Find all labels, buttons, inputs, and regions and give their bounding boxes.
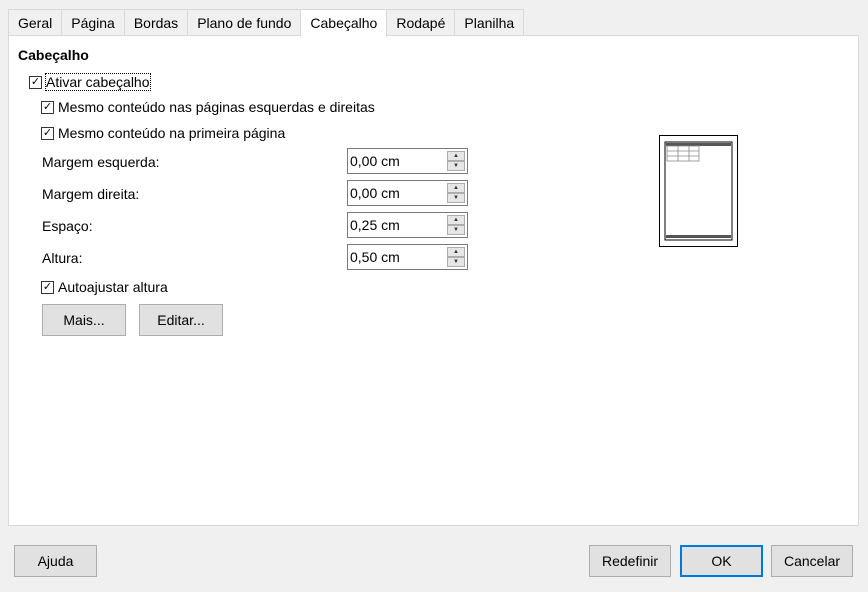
help-button[interactable]: Ajuda — [14, 545, 97, 577]
spin-down-icon[interactable]: ▼ — [447, 257, 465, 267]
tab-panel: Cabeçalho ✓ Ativar cabeçalho ✓ Mesmo con… — [8, 35, 859, 526]
spin-up-icon[interactable]: ▲ — [447, 247, 465, 257]
spin-value[interactable]: 0,00 cm — [350, 185, 400, 201]
checkbox-label: Autoajustar altura — [58, 279, 168, 295]
right-margin-spinbox[interactable]: 0,00 cm ▲ ▼ — [347, 180, 468, 206]
spin-up-icon[interactable]: ▲ — [447, 151, 465, 161]
checkbox-box[interactable]: ✓ — [29, 75, 42, 89]
page-preview-icon — [664, 141, 733, 241]
spin-down-icon[interactable]: ▼ — [447, 161, 465, 171]
header-preview — [659, 135, 738, 247]
tab-planilha[interactable]: Planilha — [454, 9, 525, 36]
spacing-label: Espaço: — [42, 218, 93, 234]
spin-buttons: ▲ ▼ — [447, 151, 465, 171]
check-icon: ✓ — [42, 100, 53, 113]
spin-value[interactable]: 0,00 cm — [350, 153, 400, 169]
tab-rodape[interactable]: Rodapé — [387, 9, 455, 36]
section-title: Cabeçalho — [18, 47, 89, 63]
spin-value[interactable]: 0,25 cm — [350, 217, 400, 233]
tab-bar: Geral Página Bordas Plano de fundo Cabeç… — [8, 9, 525, 37]
spacing-spinbox[interactable]: 0,25 cm ▲ ▼ — [347, 212, 468, 238]
checkbox-label: Mesmo conteúdo na primeira página — [58, 125, 286, 141]
spin-down-icon[interactable]: ▼ — [447, 225, 465, 235]
left-margin-label: Margem esquerda: — [42, 154, 160, 170]
reset-button[interactable]: Redefinir — [589, 545, 671, 577]
enable-header-checkbox[interactable]: ✓ Ativar cabeçalho — [29, 72, 151, 92]
tab-cabecalho[interactable]: Cabeçalho — [300, 9, 388, 37]
right-margin-label: Margem direita: — [42, 186, 140, 202]
check-icon: ✓ — [42, 280, 53, 293]
check-icon: ✓ — [30, 75, 41, 88]
checkbox-label: Mesmo conteúdo nas páginas esquerdas e d… — [58, 99, 375, 115]
autofit-height-checkbox[interactable]: ✓ Autoajustar altura — [41, 277, 168, 297]
check-icon: ✓ — [42, 126, 53, 139]
height-label: Altura: — [42, 250, 83, 266]
spin-value[interactable]: 0,50 cm — [350, 249, 400, 265]
checkbox-box[interactable]: ✓ — [41, 100, 54, 114]
spin-buttons: ▲ ▼ — [447, 247, 465, 267]
left-margin-spinbox[interactable]: 0,00 cm ▲ ▼ — [347, 148, 468, 174]
spin-buttons: ▲ ▼ — [447, 215, 465, 235]
more-button[interactable]: Mais... — [42, 304, 126, 336]
tab-geral[interactable]: Geral — [8, 9, 62, 36]
spin-up-icon[interactable]: ▲ — [447, 215, 465, 225]
checkbox-label: Ativar cabeçalho — [45, 73, 151, 91]
checkbox-box[interactable]: ✓ — [41, 280, 54, 294]
height-spinbox[interactable]: 0,50 cm ▲ ▼ — [347, 244, 468, 270]
checkbox-box[interactable]: ✓ — [41, 126, 54, 140]
cancel-button[interactable]: Cancelar — [771, 545, 853, 577]
spin-down-icon[interactable]: ▼ — [447, 193, 465, 203]
ok-button[interactable]: OK — [680, 545, 763, 577]
tab-plano-de-fundo[interactable]: Plano de fundo — [187, 9, 301, 36]
edit-button[interactable]: Editar... — [139, 304, 223, 336]
tab-pagina[interactable]: Página — [61, 9, 124, 36]
tab-bordas[interactable]: Bordas — [123, 9, 188, 36]
spin-buttons: ▲ ▼ — [447, 183, 465, 203]
spin-up-icon[interactable]: ▲ — [447, 183, 465, 193]
same-left-right-checkbox[interactable]: ✓ Mesmo conteúdo nas páginas esquerdas e… — [41, 97, 375, 117]
same-first-page-checkbox[interactable]: ✓ Mesmo conteúdo na primeira página — [41, 123, 285, 143]
